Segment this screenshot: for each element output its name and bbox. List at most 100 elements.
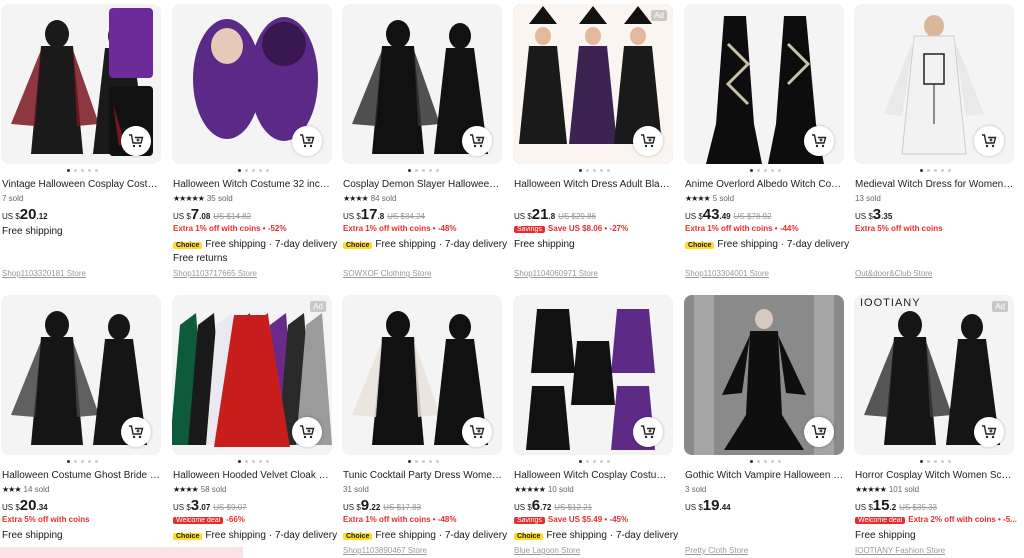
add-to-cart-button[interactable] (633, 417, 663, 447)
add-to-cart-button[interactable] (462, 126, 492, 156)
sold-count: 84 sold (370, 194, 397, 203)
carousel-dots[interactable] (342, 460, 504, 463)
choice-badge: Choice (685, 242, 715, 249)
product-title[interactable]: Tunic Cocktail Party Dress Women E... (343, 470, 503, 481)
store-link[interactable]: Shop1103320181 Store (2, 269, 86, 278)
shipping-text: Free shipping · 7-day delivery (205, 239, 338, 250)
price-integer: 9 (360, 497, 370, 514)
product-title[interactable]: Gothic Witch Vampire Halloween Dr... (685, 470, 845, 481)
store-link[interactable]: Shop1103304001 Store (685, 269, 769, 278)
product-image-frame[interactable]: IOOTIANY Ad (854, 295, 1014, 455)
price: US $7.08 US $14.82 (173, 206, 251, 224)
product-image-frame[interactable] (172, 4, 332, 164)
discount-text: Save US $8.06 • -27% (547, 224, 629, 233)
store-link[interactable]: Blue Lagoon Store (514, 546, 580, 555)
product-card[interactable]: IOOTIANY Ad Horror Cosplay Witch Women Sca… (854, 295, 1017, 555)
carousel-dots[interactable] (513, 169, 675, 172)
product-title[interactable]: Medieval Witch Dress for Women V... (855, 179, 1015, 190)
product-title[interactable]: Halloween Costume Ghost Bride Wi... (2, 470, 162, 481)
product-title[interactable]: Cosplay Demon Slayer Halloween C... (343, 179, 503, 190)
add-to-cart-button[interactable] (974, 126, 1004, 156)
store-link[interactable]: Shop1103717665 Store (173, 269, 257, 278)
carousel-dots[interactable] (172, 169, 334, 172)
discount-text: Extra 1% off with coins • -48% (343, 224, 457, 233)
promo-banner-strip[interactable] (0, 547, 243, 558)
cart-plus-icon (812, 134, 827, 148)
add-to-cart-button[interactable] (292, 126, 322, 156)
price-currency: US $ (855, 212, 873, 221)
sold-count: 13 sold (855, 194, 881, 203)
product-image-frame[interactable] (854, 4, 1014, 164)
product-image-frame[interactable] (342, 4, 502, 164)
product-image-frame[interactable] (513, 295, 673, 455)
add-to-cart-button[interactable] (804, 126, 834, 156)
product-title[interactable]: Horror Cosplay Witch Women Scary... (855, 470, 1015, 481)
product-title[interactable]: Halloween Witch Dress Adult Black ... (514, 179, 674, 190)
price-currency: US $ (855, 503, 873, 512)
store-link[interactable]: Out&door&Club Store (855, 269, 932, 278)
carousel-dots[interactable] (684, 460, 846, 463)
product-card[interactable]: Cosplay Demon Slayer Halloween C... ★★★★ 8… (342, 4, 507, 284)
choice-badge: Choice (173, 242, 203, 249)
product-title[interactable]: Halloween Witch Costume 32 inch ... (173, 179, 333, 190)
product-card[interactable]: Halloween Witch Cosplay Costumes... ★★★★★… (513, 295, 678, 555)
price-decimal: .34 (36, 503, 48, 512)
product-card[interactable]: Medieval Witch Dress for Women V... 13 so… (854, 4, 1016, 284)
carousel-dots[interactable] (1, 460, 163, 463)
product-card[interactable]: Ad Halloween Hooded Velvet Cloak Ro... ★★★… (172, 295, 338, 555)
store-link[interactable]: Pretty Cloth Store (685, 546, 748, 555)
product-card[interactable]: Halloween Costume Ghost Bride Wi... ★★★ 14… (1, 295, 163, 555)
original-price: US $9.07 (213, 503, 247, 512)
product-image-frame[interactable]: Ad (513, 4, 673, 164)
shipping-text: Free shipping (514, 239, 575, 250)
add-to-cart-button[interactable] (633, 126, 663, 156)
product-card[interactable]: Anime Overlord Albedo Witch Cospl... ★★★★… (684, 4, 849, 284)
add-to-cart-button[interactable] (462, 417, 492, 447)
carousel-dots[interactable] (513, 460, 675, 463)
carousel-dots[interactable] (1, 169, 163, 172)
add-to-cart-button[interactable] (292, 417, 322, 447)
product-title[interactable]: Halloween Hooded Velvet Cloak Ro... (173, 470, 333, 481)
cart-plus-icon (641, 425, 656, 439)
carousel-dots[interactable] (342, 169, 504, 172)
product-title[interactable]: Anime Overlord Albedo Witch Cospl... (685, 179, 845, 190)
rating-stars: ★★★★★ (855, 485, 887, 494)
product-card[interactable]: Ad Halloween Witch Dress Adult Black ... U… (513, 4, 675, 284)
product-card[interactable]: Vintage Halloween Cosplay Costum... 7 sol… (1, 4, 163, 284)
price-integer: 19 (702, 497, 720, 514)
product-image-frame[interactable] (1, 4, 161, 164)
price-decimal: .8 (377, 212, 385, 221)
add-to-cart-button[interactable] (121, 417, 151, 447)
carousel-dots[interactable] (172, 460, 334, 463)
product-image-frame[interactable]: Ad (172, 295, 332, 455)
add-to-cart-button[interactable] (121, 126, 151, 156)
carousel-dots[interactable] (684, 169, 846, 172)
shipping-info: Free shipping (2, 530, 63, 541)
product-title[interactable]: Halloween Witch Cosplay Costumes... (514, 470, 674, 481)
add-to-cart-button[interactable] (804, 417, 834, 447)
price-decimal: .22 (369, 503, 381, 512)
product-title[interactable]: Vintage Halloween Cosplay Costum... (2, 179, 162, 190)
store-link[interactable]: IOOTIANY Fashion Store (855, 546, 945, 555)
shipping-text: Free shipping · 7-day delivery (205, 530, 338, 541)
price: US $20.34 (2, 497, 48, 515)
add-to-cart-button[interactable] (974, 417, 1004, 447)
product-image-frame[interactable] (684, 295, 844, 455)
cart-plus-icon (129, 425, 144, 439)
product-image-frame[interactable] (1, 295, 161, 455)
store-link[interactable]: Shop1103890467 Store (343, 546, 427, 555)
shipping-info: Choice Free shipping · 7-day delivery (173, 239, 337, 250)
price-decimal: .07 (199, 503, 211, 512)
discount-line: Extra 5% off with coins (855, 224, 943, 233)
price-decimal: .08 (199, 212, 211, 221)
carousel-dots[interactable] (854, 169, 1016, 172)
product-image-frame[interactable] (342, 295, 502, 455)
deal-badge: Savings (514, 226, 545, 233)
store-link[interactable]: SOWXOF Clothing Store (343, 269, 431, 278)
carousel-dots[interactable] (854, 460, 1016, 463)
product-card[interactable]: Gothic Witch Vampire Halloween Dr... 3 so… (684, 295, 846, 555)
product-card[interactable]: Halloween Witch Costume 32 inch ... ★★★★★… (172, 4, 337, 284)
product-image-frame[interactable] (684, 4, 844, 164)
product-card[interactable]: Tunic Cocktail Party Dress Women E... 31 … (342, 295, 507, 555)
store-link[interactable]: Shop1104060971 Store (514, 269, 598, 278)
